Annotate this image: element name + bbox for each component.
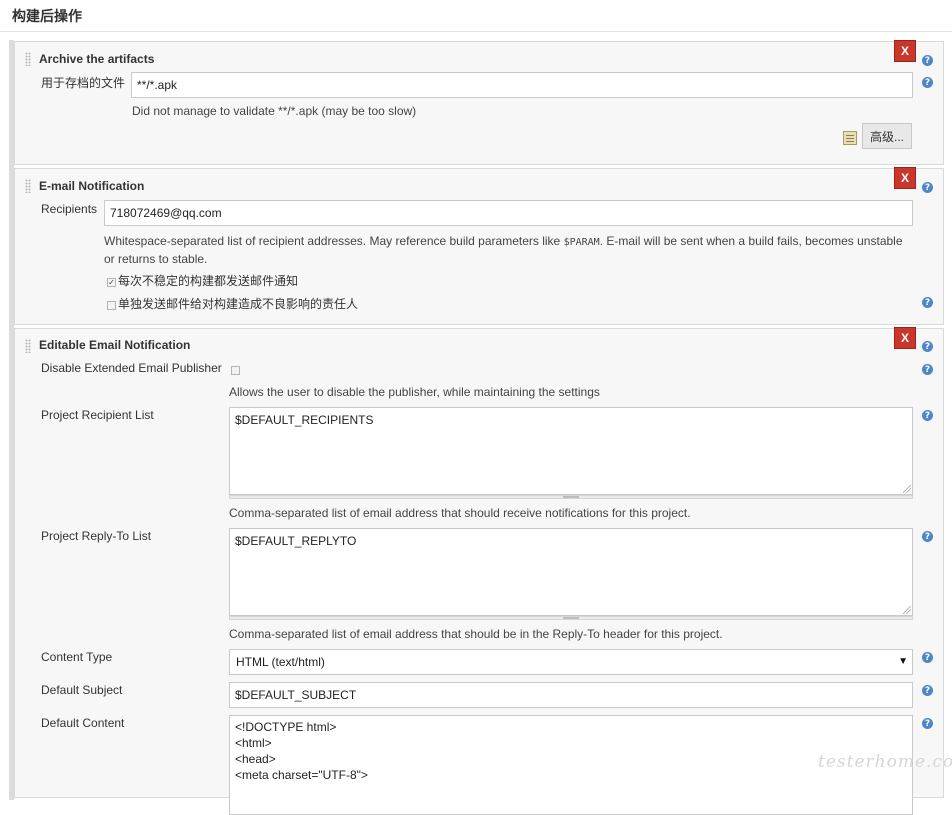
drag-handle-icon[interactable] bbox=[25, 179, 31, 193]
replyto-description: Comma-separated list of email address th… bbox=[229, 627, 723, 641]
archive-title: Archive the artifacts bbox=[39, 52, 155, 66]
help-icon[interactable]: ? bbox=[922, 364, 933, 375]
email-notification-title: E-mail Notification bbox=[39, 179, 145, 193]
dropdown-arrow-icon: ▼ bbox=[898, 656, 908, 667]
email-notification-block: E-mail Notification X ? Recipients 71807… bbox=[14, 167, 944, 325]
help-icon[interactable]: ? bbox=[922, 77, 933, 88]
help-icon[interactable]: ? bbox=[922, 182, 933, 193]
editable-email-block: Editable Email Notification X ? Disable … bbox=[14, 327, 944, 815]
help-icon[interactable]: ? bbox=[922, 55, 933, 66]
drag-handle-icon[interactable] bbox=[25, 339, 31, 353]
section-divider bbox=[0, 31, 952, 32]
archive-validation-message: Did not manage to validate **/*.apk (may… bbox=[132, 104, 417, 118]
replyto-value: $DEFAULT_REPLYTO bbox=[235, 534, 357, 548]
recipient-list-label: Project Recipient List bbox=[41, 408, 154, 422]
section-title: 构建后操作 bbox=[12, 8, 82, 24]
help-icon[interactable]: ? bbox=[922, 652, 933, 663]
files-to-archive-label: 用于存档的文件 bbox=[41, 76, 126, 90]
send-individual-label: 单独发送邮件给对构建造成不良影响的责任人 bbox=[118, 297, 359, 311]
disable-publisher-description: Allows the user to disable the publisher… bbox=[229, 385, 600, 399]
resize-grip-icon[interactable] bbox=[903, 485, 911, 493]
help-icon[interactable]: ? bbox=[922, 410, 933, 421]
default-subject-input[interactable]: $DEFAULT_SUBJECT bbox=[229, 682, 913, 708]
default-content-label: Default Content bbox=[41, 716, 125, 730]
replyto-label: Project Reply-To List bbox=[41, 529, 152, 543]
help-icon[interactable]: ? bbox=[922, 341, 933, 352]
send-individual-checkbox[interactable] bbox=[107, 301, 116, 310]
files-to-archive-input[interactable]: **/*.apk bbox=[131, 72, 913, 98]
recipients-description-text: Whitespace-separated list of recipient a… bbox=[104, 234, 564, 248]
advanced-button[interactable]: 高级... bbox=[862, 123, 912, 149]
disable-publisher-label: Disable Extended Email Publisher bbox=[41, 361, 222, 375]
delete-archive-button[interactable]: X bbox=[894, 40, 916, 62]
default-subject-label: Default Subject bbox=[41, 683, 123, 697]
delete-email-button[interactable]: X bbox=[894, 167, 916, 189]
content-type-label: Content Type bbox=[41, 650, 113, 664]
content-line: <html> bbox=[235, 736, 272, 750]
editable-email-title: Editable Email Notification bbox=[39, 338, 191, 352]
textarea-resize-bar[interactable] bbox=[229, 495, 913, 499]
help-icon[interactable]: ? bbox=[922, 718, 933, 729]
recipient-list-textarea[interactable]: $DEFAULT_RECIPIENTS bbox=[229, 407, 913, 495]
help-icon[interactable]: ? bbox=[922, 685, 933, 696]
content-type-select[interactable]: HTML (text/html) ▼ bbox=[229, 649, 913, 675]
drag-handle-icon[interactable] bbox=[25, 52, 31, 66]
help-icon[interactable]: ? bbox=[922, 531, 933, 542]
archive-artifacts-block: Archive the artifacts X ? 用于存档的文件 **/*.a… bbox=[14, 40, 944, 165]
recipients-input[interactable]: 718072469@qq.com bbox=[104, 200, 913, 226]
recipient-list-value: $DEFAULT_RECIPIENTS bbox=[235, 413, 374, 427]
default-content-textarea[interactable]: <!DOCTYPE html> <html> <head> <meta char… bbox=[229, 715, 913, 815]
send-unstable-label: 每次不稳定的构建都发送邮件通知 bbox=[118, 274, 299, 288]
content-line: <meta charset="UTF-8"> bbox=[235, 768, 368, 782]
send-unstable-checkbox[interactable]: ✓ bbox=[107, 278, 116, 287]
replyto-textarea[interactable]: $DEFAULT_REPLYTO bbox=[229, 528, 913, 616]
notepad-icon bbox=[843, 131, 857, 145]
textarea-resize-bar[interactable] bbox=[229, 616, 913, 620]
resize-grip-icon[interactable] bbox=[903, 606, 911, 614]
disable-publisher-checkbox[interactable] bbox=[231, 366, 240, 375]
recipients-description: Whitespace-separated list of recipient a… bbox=[104, 233, 914, 267]
delete-editable-email-button[interactable]: X bbox=[894, 327, 916, 349]
param-code: $PARAM bbox=[563, 237, 600, 248]
recipient-list-description: Comma-separated list of email address th… bbox=[229, 506, 691, 520]
help-icon[interactable]: ? bbox=[922, 297, 933, 308]
content-type-value: HTML (text/html) bbox=[236, 655, 325, 669]
content-line: <!DOCTYPE html> bbox=[235, 720, 337, 734]
watermark: testerhome.com bbox=[818, 752, 952, 772]
content-line: <head> bbox=[235, 752, 276, 766]
recipients-label: Recipients bbox=[41, 202, 98, 216]
